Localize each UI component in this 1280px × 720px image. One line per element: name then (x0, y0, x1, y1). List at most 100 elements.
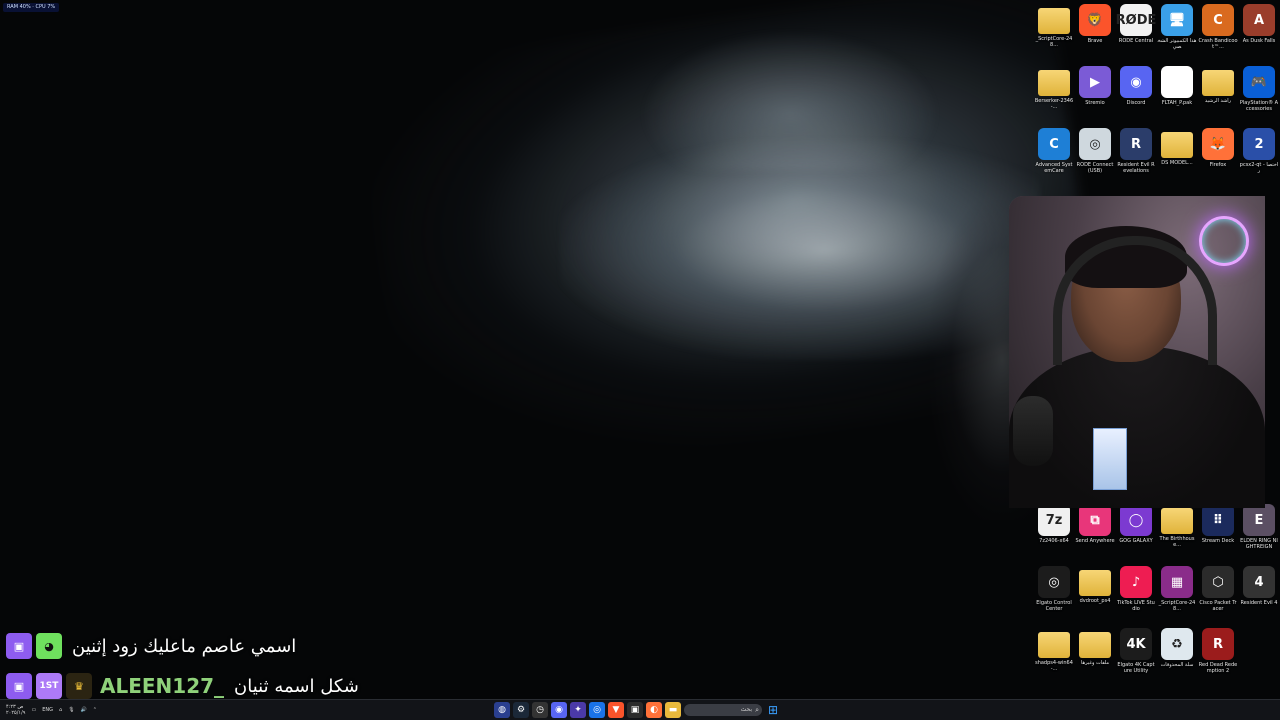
performance-overlay: RAM 40% · CPU 7% (3, 3, 60, 12)
desktop-icon-label: TikTok LIVE Studio (1117, 600, 1155, 612)
app-icon[interactable]: ✦ (570, 702, 586, 718)
desktop-icon-label: Crash Bandicoot™... (1198, 38, 1238, 50)
desktop-icon-advanced-systemcare[interactable]: C Advanced SystemCare (1034, 128, 1074, 174)
desktop-icon-pcsx2[interactable]: 2 pcsx2-qt - اختصار (1239, 128, 1279, 174)
clock-app-icon[interactable]: ◷ (532, 702, 548, 718)
firefox-icon: 🦊 (1202, 128, 1234, 160)
desktop-icon-berserker[interactable]: Berserker-2346-... (1034, 66, 1074, 110)
desktop-icon-label: Discord (1126, 100, 1146, 106)
desktop-icon-shadps4[interactable]: shadps4-win64-... (1034, 628, 1074, 672)
microphone-icon[interactable]: 🎙 (68, 707, 74, 713)
elgato-4k-icon: 4K (1120, 628, 1152, 660)
desktop-icon-label: Resident Evil 4 (1240, 600, 1278, 606)
desktop-icon-label: RODE Central (1118, 38, 1154, 44)
fltah-icon (1161, 66, 1193, 98)
desktop-icon-firefox[interactable]: 🦊 Firefox (1198, 128, 1238, 174)
chrome-icon[interactable]: ◎ (589, 702, 605, 718)
language-indicator[interactable]: ENG (42, 707, 53, 713)
desktop-icon-this-pc[interactable]: 🖥 هذا الكمبيوتر الشخصي (1157, 4, 1197, 50)
desktop-icon-label: Red Dead Redemption 2 (1198, 662, 1238, 674)
rashid-icon (1202, 70, 1234, 96)
desktop-icon-rdr2[interactable]: R Red Dead Redemption 2 (1198, 628, 1238, 674)
desktop-icon-ds-model[interactable]: DS MODEL... (1157, 128, 1197, 172)
steam-icon[interactable]: ⚙ (513, 702, 529, 718)
desktop-icon-files-misc[interactable]: ملفات وغيرها (1075, 628, 1115, 672)
desktop-icon-label: FLTAH_P.pak (1161, 100, 1193, 106)
desktop-icon-resident-evil-rev[interactable]: R Resident Evil Revelations (1116, 128, 1156, 174)
clock[interactable]: ۴:۲۳ ص ۲۰۲۵/۱/۹ (6, 704, 25, 716)
volume-icon[interactable]: 🔊 (81, 707, 87, 713)
desktop-icon-elden-ring[interactable]: E ELDEN RING NIGHTREIGN (1239, 504, 1279, 550)
cloud-lamp (1199, 216, 1249, 266)
this-pc-icon: 🖥 (1161, 4, 1193, 36)
chat-username: ALEEN127_ (100, 674, 225, 698)
as-dusk-falls-icon: A (1243, 4, 1275, 36)
stremio-icon: ▶ (1079, 66, 1111, 98)
desktop-icon-label: Brave (1087, 38, 1103, 44)
desktop-icon-recycle-bin[interactable]: ♻ سلة المحذوفات (1157, 628, 1197, 674)
desktop-icon-scriptcore-2[interactable]: ▦ _ScriptCore-248... (1157, 566, 1197, 612)
desktop-icon-re4[interactable]: 4 Resident Evil 4 (1239, 566, 1279, 612)
desktop-icon-discord[interactable]: ◉ Discord (1116, 66, 1156, 112)
desktop-icon-label: Elgato 4K Capture Utility (1117, 662, 1155, 674)
chat-message: ▣ ◕ اسمي عاصم ماعليك زود إثنين (6, 632, 359, 660)
brave-icon[interactable]: ▼ (608, 702, 624, 718)
desktop-icon-stremio[interactable]: ▶ Stremio (1075, 66, 1115, 112)
scriptcore-1-icon (1038, 8, 1070, 34)
desktop-icon-crash[interactable]: C Crash Bandicoot™... (1198, 4, 1238, 50)
desktop-icon-stream-deck[interactable]: ⠿ Stream Deck (1198, 504, 1238, 550)
taskbar-apps: ◍ ⚙ ◷ ◉ ✦ ◎ ▼ ▣ ◐ ▬ بحث ⌕ ⊞ (494, 702, 781, 718)
windows-start-icon[interactable]: ⊞ (765, 702, 781, 718)
desktop-icon-as-dusk-falls[interactable]: A As Dusk Falls (1239, 4, 1279, 50)
app-icon[interactable]: ◍ (494, 702, 510, 718)
notification-icon[interactable]: ▭ (31, 707, 36, 713)
first-badge-icon: 1ST (36, 673, 62, 699)
desktop-icon-dvdroot[interactable]: dvdroot_ps4 (1075, 566, 1115, 610)
cat-badge-icon: ◕ (36, 633, 62, 659)
taskbar: ۴:۲۳ ص ۲۰۲۵/۱/۹ ▭ ENG ⌂ 🎙 🔊 ⌃ ◍ ⚙ ◷ ◉ ✦ ◎… (0, 699, 1280, 720)
desktop-icon-label: ELDEN RING NIGHTREIGN (1240, 538, 1278, 550)
gog-galaxy-icon: ◯ (1120, 504, 1152, 536)
elgato-cc-icon: ◎ (1038, 566, 1070, 598)
desktop-icon-cisco-pt[interactable]: ⬡ Cisco Packet Tracer (1198, 566, 1238, 612)
chevron-up-icon[interactable]: ⌃ (93, 707, 97, 713)
desktop-icon-label: _ScriptCore-248... (1035, 36, 1073, 48)
desktop-icon-gog-galaxy[interactable]: ◯ GOG GALAXY (1116, 504, 1156, 550)
desktop-icon-ps-accessories[interactable]: 🎮 PlayStation® Accessories (1239, 66, 1279, 112)
firefox-icon[interactable]: ◐ (646, 702, 662, 718)
search-input[interactable]: بحث ⌕ (684, 704, 762, 716)
desktop-icon-label: The Birthhouse... (1159, 536, 1195, 548)
desktop-icon-rode-connect[interactable]: ◎ RODE Connect (USB) (1075, 128, 1115, 174)
desktop-icon-send-anywhere[interactable]: ⧉ Send Anywhere (1075, 504, 1115, 550)
shadps4-icon (1038, 632, 1070, 658)
search-icon: ⌕ (755, 706, 759, 714)
terminal-icon[interactable]: ▣ (627, 702, 643, 718)
cisco-pt-icon: ⬡ (1202, 566, 1234, 598)
microphone (1013, 396, 1053, 466)
desktop-icon-tiktok-live[interactable]: ♪ TikTok LIVE Studio (1116, 566, 1156, 612)
tiktok-live-icon: ♪ (1120, 566, 1152, 598)
desktop-icon-7z[interactable]: 7z 7z2406-x64 (1034, 504, 1074, 550)
desktop-icon-brave[interactable]: 🦁 Brave (1075, 4, 1115, 50)
files-misc-icon (1079, 632, 1111, 658)
network-icon[interactable]: ⌂ (59, 707, 62, 713)
desktop-icon-label: Firefox (1209, 162, 1227, 168)
advanced-systemcare-icon: C (1038, 128, 1070, 160)
desktop-icon-elgato-cc[interactable]: ◎ Elgato Control Center (1034, 566, 1074, 612)
desktop-icon-label: Resident Evil Revelations (1117, 162, 1155, 174)
7z-icon: 7z (1038, 504, 1070, 536)
rdr2-icon: R (1202, 628, 1234, 660)
desktop-icon-the-birthhouse[interactable]: The Birthhouse... (1157, 504, 1197, 548)
desktop-icon-rashid[interactable]: راشد الرشيد (1198, 66, 1238, 110)
discord-icon[interactable]: ◉ (551, 702, 567, 718)
discord-icon: ◉ (1120, 66, 1152, 98)
desktop-icon-label: pcsx2-qt - اختصار (1239, 162, 1279, 174)
desktop-icon-fltah[interactable]: FLTAH_P.pak (1157, 66, 1197, 112)
desktop-icon-rode-central[interactable]: RØDE RODE Central (1116, 4, 1156, 50)
desktop-icon-label: As Dusk Falls (1242, 38, 1276, 44)
webcam-overlay (1009, 196, 1265, 508)
desktop-icon-scriptcore-1[interactable]: _ScriptCore-248... (1034, 4, 1074, 48)
desktop-icon-elgato-4k[interactable]: 4K Elgato 4K Capture Utility (1116, 628, 1156, 674)
file-explorer-icon[interactable]: ▬ (665, 702, 681, 718)
berserker-icon (1038, 70, 1070, 96)
